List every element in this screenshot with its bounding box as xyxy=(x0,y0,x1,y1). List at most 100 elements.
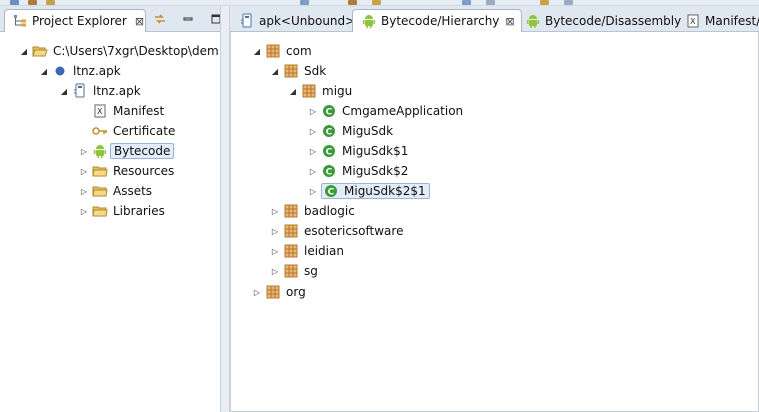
class-icon: C xyxy=(321,103,337,119)
close-icon[interactable]: ⊠ xyxy=(135,15,144,28)
project-explorer-tabbar: Project Explorer ⊠ xyxy=(0,6,221,32)
collapsed-arrow-icon[interactable]: ▷ xyxy=(269,265,281,277)
minimize-icon[interactable] xyxy=(180,11,196,27)
tree-item-resources[interactable]: ▷ Resources xyxy=(78,162,174,180)
tree-item-package-org[interactable]: ▷ org xyxy=(251,283,306,301)
toolbar-icon[interactable] xyxy=(300,0,309,5)
apk-artifact-icon xyxy=(239,13,255,29)
tree-item-package-sg[interactable]: ▷ sg xyxy=(269,262,318,280)
expanded-arrow-icon[interactable]: ◢ xyxy=(18,45,30,57)
tree-item-manifest[interactable]: X Manifest xyxy=(78,102,164,120)
tree-item-package-esotericsoftware[interactable]: ▷ esotericsoftware xyxy=(269,222,404,240)
package-icon xyxy=(283,223,299,239)
collapsed-arrow-icon[interactable]: ▷ xyxy=(307,165,319,177)
hierarchy-view: ◢ com ◢ Sdk ◢ migu ▷ C CmgameApplication… xyxy=(230,32,759,412)
toolbar-icon[interactable] xyxy=(462,0,471,5)
collapsed-arrow-icon[interactable]: ▷ xyxy=(269,245,281,257)
tab-bytecode-disassembly[interactable]: Bytecode/Disassembly xyxy=(516,9,688,32)
collapsed-arrow-icon[interactable]: ▷ xyxy=(78,205,90,217)
tree-item-label: ltnz.apk xyxy=(93,84,141,98)
expanded-arrow-icon[interactable]: ◢ xyxy=(269,65,281,77)
collapsed-arrow-icon[interactable]: ▷ xyxy=(307,185,319,197)
tree-item-package-migu[interactable]: ◢ migu xyxy=(287,82,352,100)
xml-file-icon: X xyxy=(685,13,701,29)
tree-item-package-leidian[interactable]: ▷ leidian xyxy=(269,242,344,260)
svg-text:C: C xyxy=(326,168,333,178)
tree-item-apk-artifact[interactable]: ◢ ltnz.apk xyxy=(58,82,141,100)
tree-item-label: MiguSdk$2$1 xyxy=(339,183,430,199)
tree-item-label: sg xyxy=(304,264,318,278)
tab-manifest[interactable]: X Manifest/F xyxy=(676,9,759,32)
tab-label: Bytecode/Disassembly xyxy=(545,14,682,28)
tree-item-label: esotericsoftware xyxy=(304,224,404,238)
collapsed-arrow-icon[interactable]: ▷ xyxy=(307,105,319,117)
toolbar-icon[interactable] xyxy=(486,0,495,5)
tree-item-label: Sdk xyxy=(304,64,327,78)
toolbar-icon[interactable] xyxy=(46,0,55,5)
android-icon xyxy=(525,13,541,29)
class-icon: C xyxy=(321,183,339,199)
toolbar-icon[interactable] xyxy=(540,0,549,5)
project-explorer-panel: Project Explorer ⊠ ◢ C:\Users\7xgr\Deskt… xyxy=(0,6,221,412)
collapsed-arrow-icon[interactable]: ▷ xyxy=(269,225,281,237)
tree-item-label: com xyxy=(286,44,312,58)
tree-item-label: Assets xyxy=(113,184,153,198)
expanded-arrow-icon[interactable]: ◢ xyxy=(38,65,50,77)
toolbar-icon[interactable] xyxy=(10,0,19,5)
tree-item-apk-project[interactable]: ◢ ltnz.apk xyxy=(38,62,121,80)
tree-item-assets[interactable]: ▷ Assets xyxy=(78,182,152,200)
toolbar-icon[interactable] xyxy=(28,0,37,5)
tree-item-label: C:\Users\7xgr\Desktop\dem xyxy=(53,44,219,58)
tab-project-explorer[interactable]: Project Explorer ⊠ xyxy=(4,9,146,32)
tree-item-label: Manifest xyxy=(113,104,165,118)
folder-icon xyxy=(92,203,108,219)
collapsed-arrow-icon[interactable]: ▷ xyxy=(78,185,90,197)
tree-item-workspace-path[interactable]: ◢ C:\Users\7xgr\Desktop\dem xyxy=(18,42,219,60)
tree-item-class-cmgameapplication[interactable]: ▷ C CmgameApplication xyxy=(307,102,463,120)
toolbar-icon[interactable] xyxy=(564,0,573,5)
tree-item-class-migusdk[interactable]: ▷ C MiguSdk xyxy=(307,122,393,140)
android-icon xyxy=(361,13,377,29)
folder-icon xyxy=(92,183,108,199)
tree-item-libraries[interactable]: ▷ Libraries xyxy=(78,202,165,220)
tree-item-class-migusdk-2-1[interactable]: ▷ C MiguSdk$2$1 xyxy=(307,182,430,200)
tree-item-bytecode[interactable]: ▷ Bytecode xyxy=(78,142,175,160)
tree-item-label: ltnz.apk xyxy=(73,64,121,78)
apk-project-icon xyxy=(52,63,68,79)
expanded-arrow-icon[interactable]: ◢ xyxy=(58,85,70,97)
svg-text:C: C xyxy=(326,108,333,118)
apk-artifact-icon xyxy=(72,83,88,99)
project-explorer-icon xyxy=(12,13,28,29)
svg-text:X: X xyxy=(690,17,696,26)
svg-text:C: C xyxy=(327,188,334,198)
tab-label: Project Explorer xyxy=(32,14,127,28)
tree-item-certificate[interactable]: Certificate xyxy=(78,122,175,140)
tree-item-label: org xyxy=(286,285,306,299)
panel-sash[interactable] xyxy=(220,6,230,412)
package-icon xyxy=(283,243,299,259)
tab-bytecode-hierarchy[interactable]: Bytecode/Hierarchy ⊠ xyxy=(352,9,522,32)
tree-item-package-com[interactable]: ◢ com xyxy=(251,42,312,60)
expanded-arrow-icon[interactable]: ◢ xyxy=(287,85,299,97)
class-icon: C xyxy=(321,123,337,139)
collapsed-arrow-icon[interactable]: ▷ xyxy=(269,205,281,217)
collapsed-arrow-icon[interactable]: ▷ xyxy=(307,125,319,137)
collapsed-arrow-icon[interactable]: ▷ xyxy=(78,165,90,177)
tree-item-class-migusdk-1[interactable]: ▷ C MiguSdk$1 xyxy=(307,142,408,160)
tree-item-label: MiguSdk$1 xyxy=(342,144,409,158)
tree-item-package-badlogic[interactable]: ▷ badlogic xyxy=(269,202,355,220)
collapsed-arrow-icon[interactable]: ▷ xyxy=(251,286,263,298)
close-icon[interactable]: ⊠ xyxy=(505,15,514,28)
tree-item-package-sdk[interactable]: ◢ Sdk xyxy=(269,62,326,80)
package-icon xyxy=(265,43,281,59)
tree-item-label: CmgameApplication xyxy=(342,104,464,118)
collapsed-arrow-icon[interactable]: ▷ xyxy=(78,145,90,157)
tree-item-class-migusdk-2[interactable]: ▷ C MiguSdk$2 xyxy=(307,162,408,180)
folder-open-icon xyxy=(32,43,48,59)
tab-apk-unbound[interactable]: apk<Unbound> xyxy=(230,9,362,32)
collapsed-arrow-icon[interactable]: ▷ xyxy=(307,145,319,157)
toolbar-icon[interactable] xyxy=(372,0,381,5)
toolbar-icon[interactable] xyxy=(348,0,357,5)
expanded-arrow-icon[interactable]: ◢ xyxy=(251,45,263,57)
link-with-editor-icon[interactable] xyxy=(152,11,168,27)
